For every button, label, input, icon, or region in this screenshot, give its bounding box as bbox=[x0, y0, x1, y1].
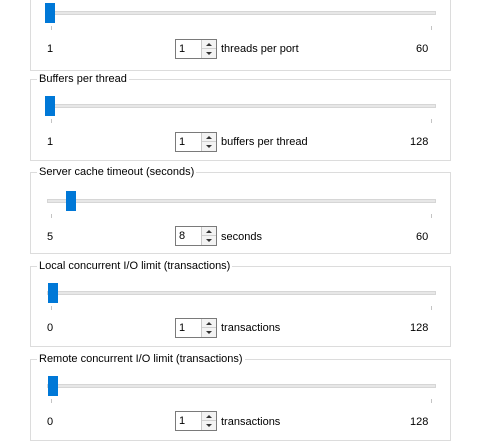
buffers-spinner[interactable]: 1 bbox=[175, 132, 217, 152]
arrow-down-icon bbox=[206, 145, 212, 148]
local-io-slider-min-tick bbox=[51, 306, 52, 310]
local-io-max-label: 128 bbox=[410, 322, 429, 334]
buffers-unit-label: buffers per thread bbox=[221, 136, 308, 148]
cache-unit-label: seconds bbox=[221, 231, 262, 243]
remote-io-spinner-buttons bbox=[201, 412, 216, 430]
threads-spinner-buttons bbox=[201, 40, 216, 58]
local-io-increment-button[interactable] bbox=[202, 319, 216, 328]
cache-group-title: Server cache timeout (seconds) bbox=[37, 165, 197, 179]
local-io-spinner-value[interactable]: 1 bbox=[179, 321, 185, 335]
cache-slider-thumb[interactable] bbox=[66, 191, 76, 211]
local-io-unit-label: transactions bbox=[221, 322, 281, 334]
local-io-decrement-button[interactable] bbox=[202, 328, 216, 337]
cache-max-label: 60 bbox=[416, 231, 429, 243]
remote-io-group-title: Remote concurrent I/O limit (transaction… bbox=[37, 352, 245, 366]
threads-increment-button[interactable] bbox=[202, 40, 216, 49]
remote-io-max-label: 128 bbox=[410, 416, 429, 428]
remote-io-slider-min-tick bbox=[51, 399, 52, 403]
arrow-up-icon bbox=[206, 321, 212, 325]
cache-increment-button[interactable] bbox=[202, 227, 216, 236]
local-io-group-title: Local concurrent I/O limit (transactions… bbox=[37, 259, 233, 273]
local-io-min-label: 0 bbox=[47, 322, 54, 334]
arrow-up-icon bbox=[206, 229, 212, 233]
cache-spinner-buttons bbox=[201, 227, 216, 245]
threads-slider-max-tick bbox=[431, 26, 432, 30]
server-cache-timeout-group: Server cache timeout (seconds) 5 8 secon… bbox=[30, 165, 451, 254]
local-io-limit-group: Local concurrent I/O limit (transactions… bbox=[30, 259, 451, 347]
local-io-slider-thumb[interactable] bbox=[48, 283, 58, 303]
threads-spinner-value[interactable]: 1 bbox=[179, 42, 185, 56]
remote-io-unit-label: transactions bbox=[221, 416, 281, 428]
buffers-spinner-value[interactable]: 1 bbox=[179, 135, 185, 149]
buffers-slider-track[interactable] bbox=[47, 104, 436, 108]
threads-slider-thumb[interactable] bbox=[45, 3, 55, 23]
remote-io-decrement-button[interactable] bbox=[202, 421, 216, 430]
cache-decrement-button[interactable] bbox=[202, 236, 216, 245]
cache-spinner-value[interactable]: 8 bbox=[179, 229, 185, 243]
buffers-slider-thumb[interactable] bbox=[45, 96, 55, 116]
local-io-spinner[interactable]: 1 bbox=[175, 318, 217, 338]
remote-io-slider-thumb[interactable] bbox=[48, 376, 58, 396]
threads-unit-label: threads per port bbox=[221, 43, 299, 55]
buffers-slider-max-tick bbox=[431, 119, 432, 123]
arrow-up-icon bbox=[206, 135, 212, 139]
remote-io-limit-group: Remote concurrent I/O limit (transaction… bbox=[30, 352, 451, 441]
buffers-spinner-buttons bbox=[201, 133, 216, 151]
threads-max-label: 60 bbox=[416, 43, 429, 55]
arrow-up-icon bbox=[206, 42, 212, 46]
remote-io-spinner-value[interactable]: 1 bbox=[179, 414, 185, 428]
local-io-slider-max-tick bbox=[431, 306, 432, 310]
local-io-slider-track[interactable] bbox=[47, 291, 436, 295]
remote-io-slider-max-tick bbox=[431, 399, 432, 403]
remote-io-min-label: 0 bbox=[47, 416, 54, 428]
arrow-down-icon bbox=[206, 239, 212, 242]
buffers-min-label: 1 bbox=[47, 136, 54, 148]
buffers-decrement-button[interactable] bbox=[202, 142, 216, 151]
remote-io-increment-button[interactable] bbox=[202, 412, 216, 421]
buffers-group-title: Buffers per thread bbox=[37, 72, 129, 86]
threads-slider-min-tick bbox=[51, 26, 52, 30]
threads-per-port-group: 1 1 threads per port 60 bbox=[30, 0, 451, 71]
threads-min-label: 1 bbox=[47, 43, 54, 55]
cache-slider-max-tick bbox=[431, 214, 432, 218]
cache-slider-track[interactable] bbox=[47, 199, 436, 203]
arrow-down-icon bbox=[206, 424, 212, 427]
threads-spinner[interactable]: 1 bbox=[175, 39, 217, 59]
threads-slider-track[interactable] bbox=[47, 11, 436, 15]
local-io-spinner-buttons bbox=[201, 319, 216, 337]
buffers-per-thread-group: Buffers per thread 1 1 buffers per threa… bbox=[30, 72, 451, 161]
buffers-max-label: 128 bbox=[410, 136, 429, 148]
arrow-down-icon bbox=[206, 52, 212, 55]
buffers-increment-button[interactable] bbox=[202, 133, 216, 142]
buffers-slider-min-tick bbox=[51, 119, 52, 123]
threads-decrement-button[interactable] bbox=[202, 49, 216, 58]
cache-slider-min-tick bbox=[51, 214, 52, 218]
arrow-up-icon bbox=[206, 414, 212, 418]
remote-io-slider-track[interactable] bbox=[47, 384, 436, 388]
cache-min-label: 5 bbox=[47, 231, 54, 243]
arrow-down-icon bbox=[206, 331, 212, 334]
remote-io-spinner[interactable]: 1 bbox=[175, 411, 217, 431]
cache-spinner[interactable]: 8 bbox=[175, 226, 217, 246]
